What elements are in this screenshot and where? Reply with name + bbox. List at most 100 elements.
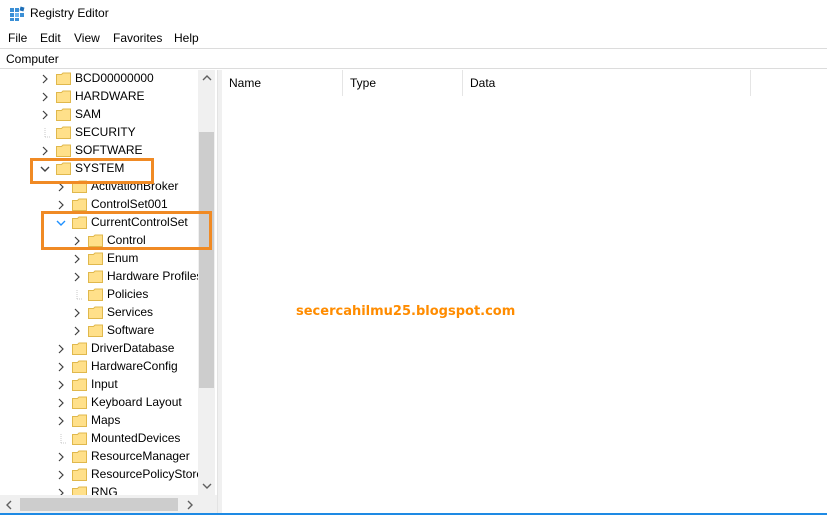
chevron-left-icon[interactable]: [5, 500, 13, 513]
column-header-name[interactable]: Name: [222, 70, 343, 96]
chevron-right-icon[interactable]: [40, 146, 50, 156]
tree-node-label[interactable]: SOFTWARE: [75, 143, 143, 157]
highlight-box-currentcontrolset: [41, 211, 212, 250]
registry-tree[interactable]: BCD00000000 HARDWARE SAM SECURITY SOFTWARE SY…: [0, 70, 217, 515]
chevron-right-icon[interactable]: [56, 416, 66, 426]
tree-node-label[interactable]: Maps: [91, 413, 120, 427]
address-path[interactable]: Computer: [6, 52, 59, 66]
tree-node[interactable]: SECURITY: [0, 124, 198, 142]
folder-icon: [56, 72, 71, 85]
tree-node-label[interactable]: Services: [107, 305, 153, 319]
menu-help[interactable]: Help: [174, 31, 199, 45]
tree-node[interactable]: HARDWARE: [0, 88, 198, 106]
chevron-right-icon[interactable]: [56, 344, 66, 354]
column-header-data[interactable]: Data: [463, 70, 751, 96]
watermark-text: secercahilmu25.blogspot.com: [296, 304, 516, 319]
chevron-right-icon[interactable]: [72, 326, 82, 336]
horizontal-scroll-thumb[interactable]: [20, 498, 178, 511]
tree-node[interactable]: HardwareConfig: [0, 358, 198, 376]
menu-file[interactable]: File: [8, 31, 27, 45]
tree-vertical-scrollbar[interactable]: [198, 70, 215, 495]
menu-view[interactable]: View: [74, 31, 100, 45]
folder-icon: [72, 396, 87, 409]
chevron-right-icon[interactable]: [56, 452, 66, 462]
tree-node[interactable]: Services: [0, 304, 198, 322]
menu-edit[interactable]: Edit: [40, 31, 61, 45]
tree-node-label[interactable]: ResourcePolicyStore: [91, 467, 203, 481]
folder-icon: [72, 414, 87, 427]
tree-node-label[interactable]: SECURITY: [75, 125, 136, 139]
tree-node-label[interactable]: Input: [91, 377, 118, 391]
folder-icon: [88, 324, 103, 337]
folder-icon: [88, 270, 103, 283]
tree-node[interactable]: Input: [0, 376, 198, 394]
folder-icon: [72, 450, 87, 463]
tree-connector-line: [60, 434, 66, 444]
registry-editor-icon: [10, 6, 25, 21]
tree-node[interactable]: BCD00000000: [0, 70, 198, 88]
folder-icon: [88, 252, 103, 265]
tree-node-label[interactable]: BCD00000000: [75, 71, 154, 85]
tree-node[interactable]: MountedDevices: [0, 430, 198, 448]
chevron-right-icon[interactable]: [56, 362, 66, 372]
tree-node[interactable]: Keyboard Layout: [0, 394, 198, 412]
folder-icon: [88, 306, 103, 319]
menu-bar: File Edit View Favorites Help: [0, 28, 827, 48]
address-bar[interactable]: Computer: [0, 48, 827, 69]
tree-node[interactable]: DriverDatabase: [0, 340, 198, 358]
tree-node-label[interactable]: ResourceManager: [91, 449, 190, 463]
chevron-right-icon[interactable]: [40, 74, 50, 84]
tree-node-label[interactable]: Policies: [107, 287, 148, 301]
tree-node[interactable]: Enum: [0, 250, 198, 268]
folder-icon: [56, 126, 71, 139]
tree-node-label[interactable]: DriverDatabase: [91, 341, 174, 355]
chevron-right-icon[interactable]: [72, 308, 82, 318]
folder-icon: [56, 144, 71, 157]
menu-favorites[interactable]: Favorites: [113, 31, 162, 45]
tree-node-label[interactable]: MountedDevices: [91, 431, 180, 445]
tree-node[interactable]: Policies: [0, 286, 198, 304]
chevron-right-icon[interactable]: [56, 398, 66, 408]
chevron-right-icon[interactable]: [186, 500, 194, 513]
vertical-scroll-thumb[interactable]: [199, 132, 214, 388]
tree-node[interactable]: ResourcePolicyStore: [0, 466, 203, 484]
tree-connector-line: [44, 128, 50, 138]
chevron-down-icon[interactable]: [202, 482, 212, 493]
folder-icon: [72, 198, 87, 211]
folder-icon: [72, 360, 87, 373]
tree-horizontal-scrollbar[interactable]: [0, 495, 217, 515]
chevron-right-icon[interactable]: [72, 254, 82, 264]
tree-node[interactable]: Maps: [0, 412, 198, 430]
chevron-right-icon[interactable]: [40, 110, 50, 120]
tree-node-label[interactable]: Keyboard Layout: [91, 395, 182, 409]
chevron-right-icon[interactable]: [56, 380, 66, 390]
folder-icon: [56, 90, 71, 103]
tree-node[interactable]: ResourceManager: [0, 448, 198, 466]
folder-icon: [72, 342, 87, 355]
folder-icon: [88, 288, 103, 301]
chevron-right-icon[interactable]: [56, 470, 66, 480]
chevron-right-icon[interactable]: [40, 92, 50, 102]
tree-node-label[interactable]: ControlSet001: [91, 197, 168, 211]
tree-node-label[interactable]: Software: [107, 323, 154, 337]
tree-node-label[interactable]: SAM: [75, 107, 101, 121]
chevron-right-icon[interactable]: [72, 272, 82, 282]
folder-icon: [72, 432, 87, 445]
column-header-type[interactable]: Type: [343, 70, 463, 96]
tree-node[interactable]: Software: [0, 322, 198, 340]
tree-node-label[interactable]: HardwareConfig: [91, 359, 178, 373]
folder-icon: [72, 468, 87, 481]
values-list[interactable]: Name Type Data: [222, 70, 827, 515]
tree-node[interactable]: SAM: [0, 106, 198, 124]
folder-icon: [72, 378, 87, 391]
tree-node[interactable]: Hardware Profiles: [0, 268, 202, 286]
title-bar: Registry Editor: [0, 0, 827, 27]
tree-connector-line: [76, 290, 82, 300]
tree-node-label[interactable]: HARDWARE: [75, 89, 145, 103]
tree-node-label[interactable]: Hardware Profiles: [107, 269, 202, 283]
highlight-box-system: [30, 158, 154, 184]
tree-node-label[interactable]: Enum: [107, 251, 138, 265]
folder-icon: [56, 108, 71, 121]
chevron-right-icon[interactable]: [56, 200, 66, 210]
chevron-up-icon[interactable]: [202, 74, 212, 85]
